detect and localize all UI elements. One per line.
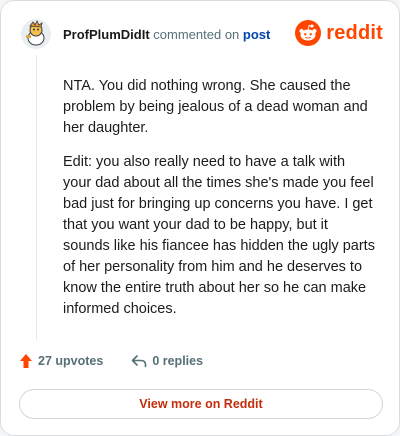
action-text: commented on — [153, 26, 240, 42]
thread-line — [36, 55, 37, 340]
reddit-logo[interactable]: reddit — [295, 20, 383, 46]
comment-body: NTA. You did nothing wrong. She caused t… — [63, 76, 377, 333]
upvote-arrow-icon — [20, 354, 32, 368]
username-link[interactable]: ProfPlumDidIt — [63, 27, 150, 42]
replies-count: 0 replies — [152, 354, 204, 368]
post-link[interactable]: post — [243, 27, 270, 42]
replies-button[interactable]: 0 replies — [131, 354, 203, 368]
comment-meta: ProfPlumDidIt commented on post — [63, 27, 270, 42]
comment-paragraph: Edit: you also really need to have a tal… — [63, 154, 375, 317]
upvotes-button[interactable]: 27 upvotes — [19, 353, 103, 369]
comment-actions: 27 upvotes 0 replies — [19, 353, 203, 369]
reply-arrow-icon — [132, 355, 147, 368]
avatar-icon[interactable] — [21, 19, 51, 49]
comment-paragraph: NTA. You did nothing wrong. She caused t… — [63, 78, 368, 136]
view-more-button[interactable]: View more on Reddit — [19, 389, 383, 419]
comment-header: ProfPlumDidIt commented on post reddit — [21, 17, 383, 51]
reddit-logo-icon — [295, 20, 322, 46]
upvotes-count: 27 upvotes — [38, 354, 104, 368]
embedded-comment-card: ProfPlumDidIt commented on post reddit N… — [0, 0, 400, 436]
reddit-wordmark: reddit — [326, 21, 383, 44]
